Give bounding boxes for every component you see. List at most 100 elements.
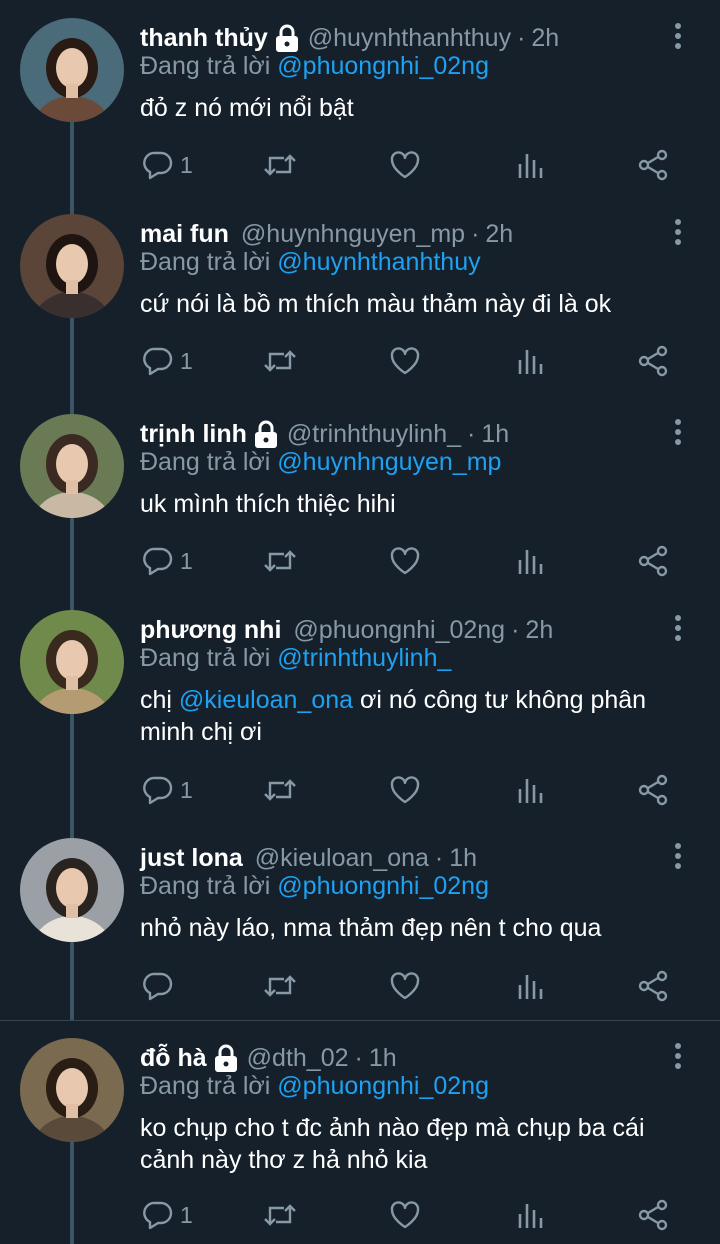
reply-mention-link[interactable]: @phuongnhi_02ng bbox=[277, 1072, 489, 1100]
heart-icon bbox=[389, 1200, 421, 1230]
heart-icon bbox=[389, 775, 421, 805]
reply-button[interactable]: 1 bbox=[142, 770, 193, 810]
tweet[interactable]: mai fun @huynhnguyen_mp · 2h Đang trả lời @h… bbox=[0, 196, 720, 396]
tweet-actions: 1 bbox=[140, 341, 680, 381]
tweet-text: ko chụp cho t đc ảnh nào đẹp mà chụp ba … bbox=[140, 1112, 700, 1176]
reply-mention-link[interactable]: @trinhthuylinh_ bbox=[277, 644, 451, 672]
share-button[interactable] bbox=[638, 770, 670, 810]
display-name[interactable]: thanh thủy bbox=[140, 24, 268, 53]
user-handle[interactable]: @trinhthuylinh_ bbox=[287, 420, 461, 449]
tweet-text: nhỏ này láo, nma thảm đẹp nên t cho qua bbox=[140, 912, 700, 944]
tweet-text-part: cứ nói là bồ m thích màu thảm này đi là … bbox=[140, 290, 612, 318]
tweet-text-part: đỏ z nó mới nổi bật bbox=[140, 94, 354, 122]
like-button[interactable] bbox=[389, 1195, 421, 1235]
reply-count: 1 bbox=[180, 1201, 193, 1228]
retweet-button[interactable] bbox=[262, 145, 298, 185]
like-button[interactable] bbox=[389, 541, 421, 581]
analytics-button[interactable] bbox=[516, 541, 546, 581]
reply-prefix: Đang trả lời bbox=[140, 248, 271, 276]
mention-link[interactable]: @kieuloan_ona bbox=[179, 686, 353, 714]
retweet-button[interactable] bbox=[262, 541, 298, 581]
tweet-text-part: chị bbox=[140, 686, 179, 714]
share-button[interactable] bbox=[638, 341, 670, 381]
share-button[interactable] bbox=[638, 1195, 670, 1235]
like-button[interactable] bbox=[389, 145, 421, 185]
reply-count: 1 bbox=[180, 776, 193, 803]
avatar[interactable] bbox=[20, 414, 124, 518]
reply-mention-link[interactable]: @huynhnguyen_mp bbox=[277, 448, 501, 476]
analytics-button[interactable] bbox=[516, 341, 546, 381]
share-button[interactable] bbox=[638, 541, 670, 581]
avatar[interactable] bbox=[20, 214, 124, 318]
reply-count: 1 bbox=[180, 151, 193, 178]
tweet[interactable]: just lona @kieuloan_ona · 1h Đang trả lời @p… bbox=[0, 820, 720, 1020]
analytics-icon bbox=[516, 546, 546, 576]
reply-icon bbox=[142, 150, 174, 180]
tweet-text: đỏ z nó mới nổi bật bbox=[140, 92, 700, 124]
separator-dot: · bbox=[354, 1043, 363, 1072]
tweet[interactable]: phương nhi @phuongnhi_02ng · 2h Đang trả lời… bbox=[0, 592, 720, 820]
reply-prefix: Đang trả lời bbox=[140, 872, 271, 900]
more-vertical-icon[interactable] bbox=[666, 218, 690, 246]
user-handle[interactable]: @huynhnguyen_mp bbox=[241, 220, 465, 249]
more-vertical-icon[interactable] bbox=[666, 1042, 690, 1070]
more-vertical-icon[interactable] bbox=[666, 842, 690, 870]
tweet-actions bbox=[140, 966, 680, 1006]
retweet-button[interactable] bbox=[262, 770, 298, 810]
share-button[interactable] bbox=[638, 145, 670, 185]
tweet[interactable]: thanh thủy @huynhthanhthuy · 2h Đang trả lời… bbox=[0, 0, 720, 196]
user-handle[interactable]: @huynhthanhthuy bbox=[308, 24, 511, 53]
analytics-button[interactable] bbox=[516, 770, 546, 810]
reply-icon bbox=[142, 546, 174, 576]
analytics-button[interactable] bbox=[516, 145, 546, 185]
reply-button[interactable] bbox=[142, 966, 180, 1006]
reply-mention-link[interactable]: @huynhthanhthuy bbox=[277, 248, 480, 276]
avatar[interactable] bbox=[20, 610, 124, 714]
display-name[interactable]: mai fun bbox=[140, 220, 229, 249]
like-button[interactable] bbox=[389, 341, 421, 381]
like-button[interactable] bbox=[389, 966, 421, 1006]
avatar[interactable] bbox=[20, 838, 124, 942]
timestamp[interactable]: 2h bbox=[525, 616, 553, 645]
analytics-button[interactable] bbox=[516, 966, 546, 1006]
more-vertical-icon[interactable] bbox=[666, 614, 690, 642]
timestamp[interactable]: 1h bbox=[481, 420, 509, 449]
more-vertical-icon[interactable] bbox=[666, 418, 690, 446]
reply-button[interactable]: 1 bbox=[142, 1195, 193, 1235]
analytics-button[interactable] bbox=[516, 1195, 546, 1235]
avatar[interactable] bbox=[20, 18, 124, 122]
avatar[interactable] bbox=[20, 1038, 124, 1142]
heart-icon bbox=[389, 971, 421, 1001]
user-handle[interactable]: @dth_02 bbox=[247, 1044, 349, 1073]
timestamp[interactable]: 2h bbox=[485, 220, 513, 249]
retweet-icon bbox=[262, 775, 298, 805]
replying-to: Đang trả lời @trinhthuylinh_ bbox=[140, 644, 451, 673]
timestamp[interactable]: 2h bbox=[531, 24, 559, 53]
tweet-text-part: uk mình thích thiệc hihi bbox=[140, 490, 396, 518]
reply-button[interactable]: 1 bbox=[142, 341, 193, 381]
display-name[interactable]: phương nhi bbox=[140, 616, 281, 645]
reply-mention-link[interactable]: @phuongnhi_02ng bbox=[277, 52, 489, 80]
tweet-actions: 1 bbox=[140, 1195, 680, 1235]
user-handle[interactable]: @phuongnhi_02ng bbox=[293, 616, 505, 645]
tweet[interactable]: đỗ hà @dth_02 · 1h Đang trả lời @phuongnhi_0… bbox=[0, 1020, 720, 1244]
reply-button[interactable]: 1 bbox=[142, 541, 193, 581]
like-button[interactable] bbox=[389, 770, 421, 810]
reply-count: 1 bbox=[180, 547, 193, 574]
display-name[interactable]: trịnh linh bbox=[140, 420, 247, 449]
user-handle[interactable]: @kieuloan_ona bbox=[255, 844, 429, 873]
display-name[interactable]: just lona bbox=[140, 844, 243, 873]
reply-button[interactable]: 1 bbox=[142, 145, 193, 185]
timestamp[interactable]: 1h bbox=[449, 844, 477, 873]
timestamp[interactable]: 1h bbox=[369, 1044, 397, 1073]
tweet[interactable]: trịnh linh @trinhthuylinh_ · 1h Đang trả lời… bbox=[0, 396, 720, 592]
share-button[interactable] bbox=[638, 966, 670, 1006]
display-name[interactable]: đỗ hà bbox=[140, 1044, 207, 1073]
retweet-button[interactable] bbox=[262, 341, 298, 381]
retweet-button[interactable] bbox=[262, 966, 298, 1006]
retweet-button[interactable] bbox=[262, 1195, 298, 1235]
replying-to: Đang trả lời @phuongnhi_02ng bbox=[140, 1072, 489, 1101]
reply-mention-link[interactable]: @phuongnhi_02ng bbox=[277, 872, 489, 900]
separator-dot: · bbox=[517, 23, 526, 52]
more-vertical-icon[interactable] bbox=[666, 22, 690, 50]
